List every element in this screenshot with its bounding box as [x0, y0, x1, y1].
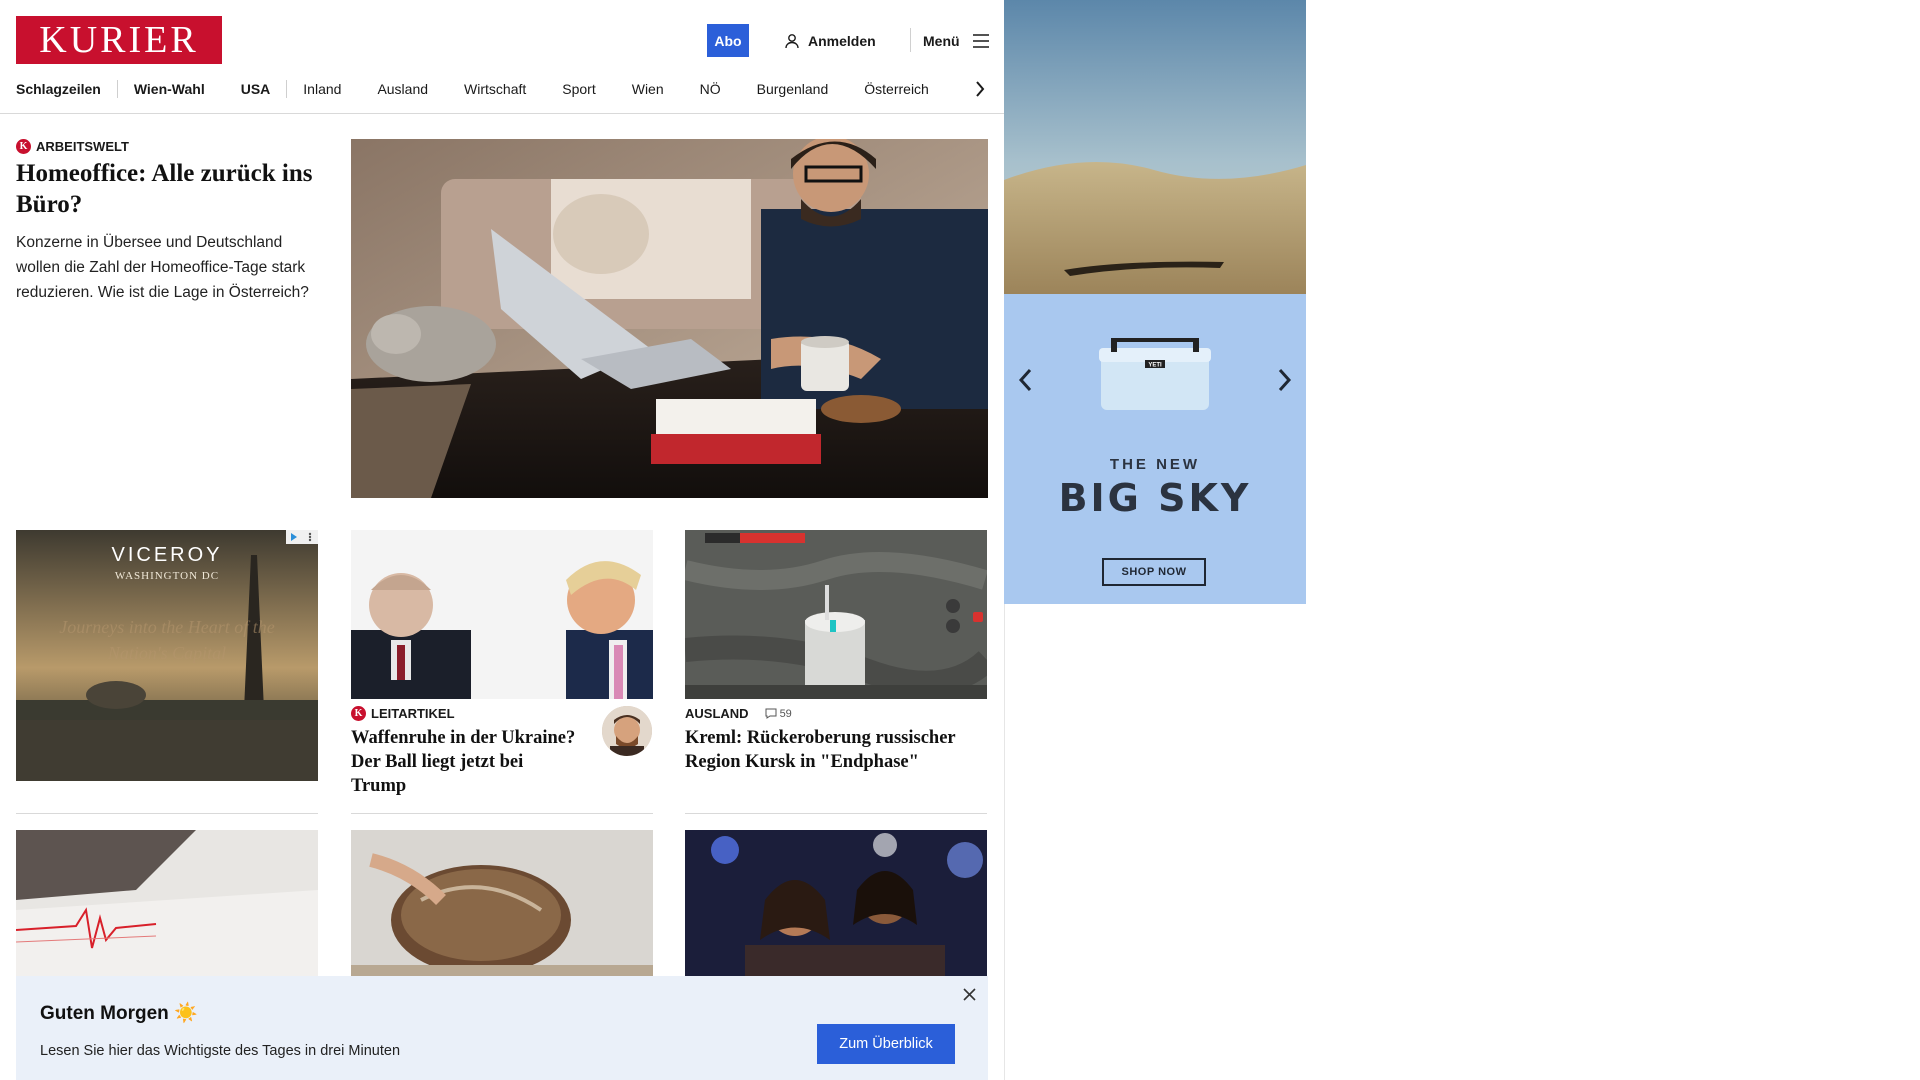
nav-item-sport[interactable]: Sport [562, 81, 595, 97]
close-icon [962, 987, 976, 1001]
ad-viceroy-tagline: Journeys into the Heart of the Nation's … [59, 617, 275, 663]
ad-yeti-line1: THE NEW [1109, 456, 1201, 473]
nav-item-inland[interactable]: Inland [303, 81, 341, 97]
banner-text: Lesen Sie hier das Wichtigste des Tages … [40, 1043, 401, 1059]
card-1-meta: K LEITARTIKEL [351, 706, 455, 721]
comment-count-value: 59 [779, 707, 792, 720]
author-avatar[interactable] [602, 706, 652, 756]
card-1-category: LEITARTIKEL [371, 706, 455, 721]
banner-close-button[interactable] [959, 984, 979, 1004]
nav-scroll-right-button[interactable] [970, 78, 990, 100]
kurier-plus-icon: K [351, 706, 366, 721]
card-image-bread[interactable] [351, 830, 653, 976]
login-label: Anmelden [808, 33, 876, 49]
section-nav: Schlagzeilen Wien-Wahl USA Inland Auslan… [16, 78, 986, 100]
hero-image[interactable] [351, 139, 988, 498]
kurier-plus-icon: K [16, 139, 31, 154]
kurier-logo[interactable]: KURIER [16, 16, 222, 64]
nav-item-ausland[interactable]: Ausland [377, 81, 428, 97]
nav-divider [286, 80, 288, 98]
hero-category-label: ARBEITSWELT [36, 139, 129, 154]
card-2-title[interactable]: Kreml: Rückeroberung russischer Region K… [685, 726, 987, 774]
nav-item-schlagzeilen[interactable]: Schlagzeilen [16, 81, 101, 97]
cooler-label: YETI [1148, 363, 1162, 369]
nav-item-oesterreich[interactable]: Österreich [864, 81, 929, 97]
ad-prev-button[interactable] [1010, 360, 1040, 400]
hero-category: K ARBEITSWELT [16, 139, 129, 154]
card-2-category: AUSLAND [685, 706, 749, 721]
abo-button[interactable]: Abo [707, 24, 749, 57]
nav-item-noe[interactable]: NÖ [700, 81, 721, 97]
menu-label: Menü [923, 33, 960, 49]
ad-yeti-landscape [1004, 0, 1306, 294]
nav-item-usa[interactable]: USA [241, 81, 271, 97]
comment-count[interactable]: 59 [765, 708, 792, 720]
ad-viceroy-sub: WASHINGTON DC [114, 570, 220, 582]
card-image-putin-trump[interactable] [351, 530, 653, 699]
hero-teaser[interactable]: Konzerne in Übersee und Deutschland woll… [16, 230, 326, 305]
login-link[interactable]: Anmelden [784, 30, 876, 52]
hamburger-icon [972, 34, 989, 48]
nav-divider [116, 80, 118, 98]
shop-now-button[interactable]: SHOP NOW [1102, 558, 1206, 586]
nav-item-wien[interactable]: Wien [632, 81, 664, 97]
chevron-right-icon [1278, 368, 1292, 392]
nav-item-burgenland[interactable]: Burgenland [757, 81, 829, 97]
cooler-image: YETI [1099, 338, 1211, 410]
card-1-title[interactable]: Waffenruhe in der Ukraine? Der Ball lieg… [351, 726, 581, 798]
hero-headline[interactable]: Homeoffice: Alle zurück ins Büro? [16, 158, 326, 220]
card-divider [16, 813, 318, 814]
card-image-seismograph[interactable] [16, 830, 318, 976]
card-image-kursk-drone[interactable] [685, 530, 987, 699]
card-image-party[interactable] [685, 830, 987, 976]
ad-yeti-panel: YETI THE NEW BIG SKY SHOP NOW [1004, 294, 1306, 604]
ad-next-button[interactable] [1270, 360, 1300, 400]
card-divider [351, 813, 653, 814]
nav-item-wien-wahl[interactable]: Wien-Wahl [134, 81, 205, 97]
ad-yeti-headline: BIG SKY [1058, 476, 1252, 520]
comment-icon [765, 708, 777, 719]
banner-title: Guten Morgen ☀️ [40, 1003, 198, 1024]
chevron-right-icon [976, 81, 985, 97]
ad-yeti[interactable]: YETI THE NEW BIG SKY SHOP NOW [1004, 0, 1306, 604]
main-column: KURIER Abo Anmelden Menü Schlagzeilen Wi… [0, 0, 1005, 1080]
card-2-meta: AUSLAND 59 [685, 706, 792, 721]
morning-briefing-banner: Guten Morgen ☀️ Lesen Sie hier das Wicht… [16, 976, 988, 1080]
logo-text: KURIER [39, 19, 199, 61]
ad-viceroy[interactable]: VICEROY WASHINGTON DC Journeys into the … [16, 530, 318, 781]
nav-item-wirtschaft[interactable]: Wirtschaft [464, 81, 526, 97]
ad-viceroy-brand: VICEROY [111, 544, 223, 566]
chevron-left-icon [1018, 368, 1032, 392]
overview-button[interactable]: Zum Überblick [817, 1024, 955, 1064]
menu-button[interactable]: Menü [923, 30, 990, 52]
card-divider [685, 813, 987, 814]
site-header: KURIER Abo Anmelden Menü Schlagzeilen Wi… [0, 0, 1004, 114]
user-icon [785, 34, 799, 49]
header-divider [910, 28, 911, 52]
